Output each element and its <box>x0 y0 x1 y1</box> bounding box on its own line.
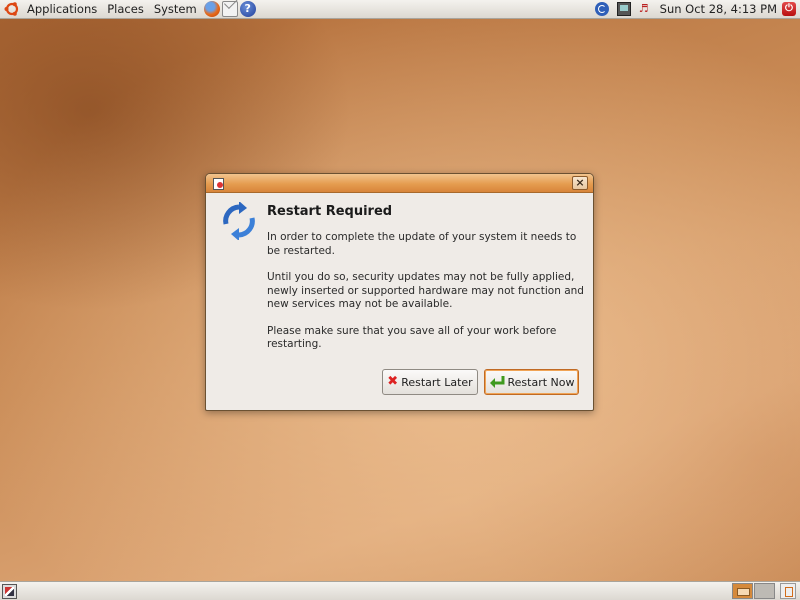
network-icon[interactable] <box>616 2 631 16</box>
dialog-message-save: Please make sure that you save all of yo… <box>267 324 557 351</box>
power-icon[interactable]: ⏻ <box>782 2 796 16</box>
help-icon[interactable]: ? <box>239 1 256 17</box>
trash-icon[interactable] <box>780 583 796 599</box>
menu-applications[interactable]: Applications <box>22 0 102 19</box>
menu-system[interactable]: System <box>149 0 202 19</box>
restart-required-dialog: × Restart Required In order to complete … <box>205 173 594 411</box>
show-desktop-icon[interactable] <box>2 583 17 599</box>
firefox-icon[interactable] <box>203 1 220 17</box>
close-button[interactable]: × <box>572 176 588 190</box>
workspace-2[interactable] <box>754 583 775 599</box>
cancel-x-icon: ✖ <box>387 374 399 389</box>
clock[interactable]: Sun Oct 28, 4:13 PM <box>657 0 780 19</box>
volume-icon[interactable]: ♬ <box>639 2 653 16</box>
dialog-heading: Restart Required <box>267 204 393 219</box>
restart-later-label: Restart Later <box>401 375 473 389</box>
workspace-1[interactable] <box>732 583 753 599</box>
mail-icon[interactable] <box>221 1 238 17</box>
enter-arrow-icon <box>489 375 505 389</box>
dialog-titlebar[interactable]: × <box>206 174 593 193</box>
dialog-content: Restart Required In order to complete th… <box>267 204 585 365</box>
top-panel: Applications Places System ? ♬ Sun Oct 2… <box>0 0 800 19</box>
update-notifier-icon[interactable] <box>594 2 609 16</box>
bottom-panel <box>0 581 800 600</box>
dialog-message-warning: Until you do so, security updates may no… <box>267 271 584 310</box>
ubuntu-logo-icon[interactable] <box>4 1 20 17</box>
restart-icon <box>220 201 258 241</box>
restart-now-label: Restart Now <box>507 375 575 389</box>
restart-later-button[interactable]: ✖ Restart Later <box>382 369 478 395</box>
menu-places[interactable]: Places <box>102 0 149 19</box>
restart-now-button[interactable]: Restart Now <box>484 369 579 395</box>
dialog-message-update: In order to complete the update of your … <box>267 231 577 257</box>
window-menu-icon[interactable] <box>211 176 225 190</box>
